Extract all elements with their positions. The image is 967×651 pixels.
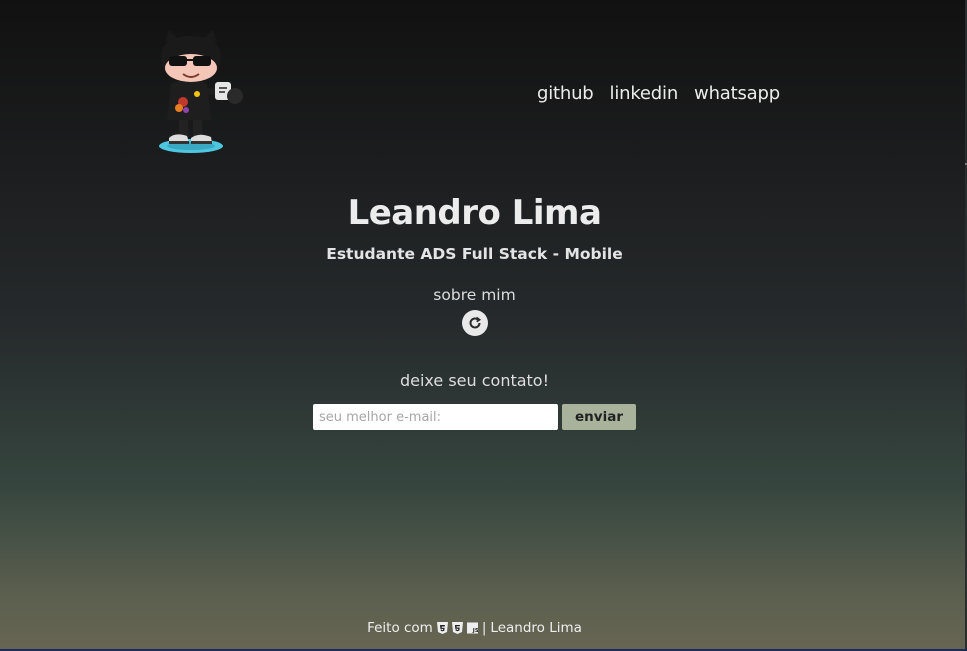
email-field[interactable] xyxy=(313,404,558,430)
nav-link-linkedin[interactable]: linkedin xyxy=(610,83,679,104)
footer-separator: | xyxy=(481,620,487,636)
nav-link-github[interactable]: github xyxy=(537,83,594,104)
javascript-icon: JS xyxy=(466,622,478,634)
footer-author: Leandro Lima xyxy=(490,620,582,636)
footer: Feito com JS | Leandro Lima xyxy=(0,620,949,636)
page-title: Leandro Lima xyxy=(347,193,602,233)
nav-link-whatsapp[interactable]: whatsapp xyxy=(694,83,780,104)
contact-title: deixe seu contato! xyxy=(399,371,550,390)
svg-text:JS: JS xyxy=(472,628,478,634)
octocat-avatar xyxy=(159,30,243,153)
html5-icon xyxy=(436,622,448,634)
footer-prefix: Feito com xyxy=(367,620,433,636)
refresh-icon xyxy=(469,316,482,329)
about-toggle-button[interactable] xyxy=(462,310,488,336)
send-button[interactable]: enviar xyxy=(562,404,636,430)
page-subtitle: Estudante ADS Full Stack - Mobile xyxy=(326,245,623,263)
css3-icon xyxy=(451,622,463,634)
top-nav: github linkedin whatsapp xyxy=(537,83,780,104)
about-label: sobre mim xyxy=(433,286,516,304)
